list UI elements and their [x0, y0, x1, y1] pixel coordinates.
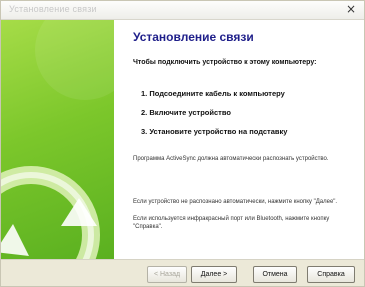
- help-button[interactable]: Справка: [307, 266, 355, 283]
- next-button[interactable]: Далее >: [191, 266, 237, 283]
- content-pane: Установление связи Чтобы подключить устр…: [119, 20, 359, 259]
- window-title: Установление связи: [9, 4, 97, 14]
- sync-arrows-icon: [1, 20, 114, 259]
- step-item: 3. Установите устройство на подставку: [141, 127, 288, 136]
- cancel-button[interactable]: Отмена: [253, 266, 297, 283]
- page-title: Установление связи: [133, 30, 254, 44]
- help-note: Если устройство не распознано автоматиче…: [133, 199, 338, 205]
- step-item: 2. Включите устройство: [141, 108, 231, 117]
- setup-dialog: Установление связи × Установление связи …: [0, 0, 365, 287]
- help-note: Если используется инфракрасный порт или …: [133, 216, 330, 230]
- wizard-banner: [1, 20, 114, 259]
- title-bar: Установление связи ×: [1, 1, 364, 20]
- back-button[interactable]: < Назад: [147, 266, 187, 283]
- button-bar: < Назад Далее > Отмена Справка: [1, 260, 364, 286]
- intro-text: Чтобы подключить устройство к этому комп…: [133, 59, 317, 66]
- step-item: 1. Подсоедините кабель к компьютеру: [141, 89, 285, 98]
- close-icon[interactable]: ×: [344, 2, 358, 16]
- activesync-note: Программа ActiveSync должна автоматическ…: [133, 156, 329, 162]
